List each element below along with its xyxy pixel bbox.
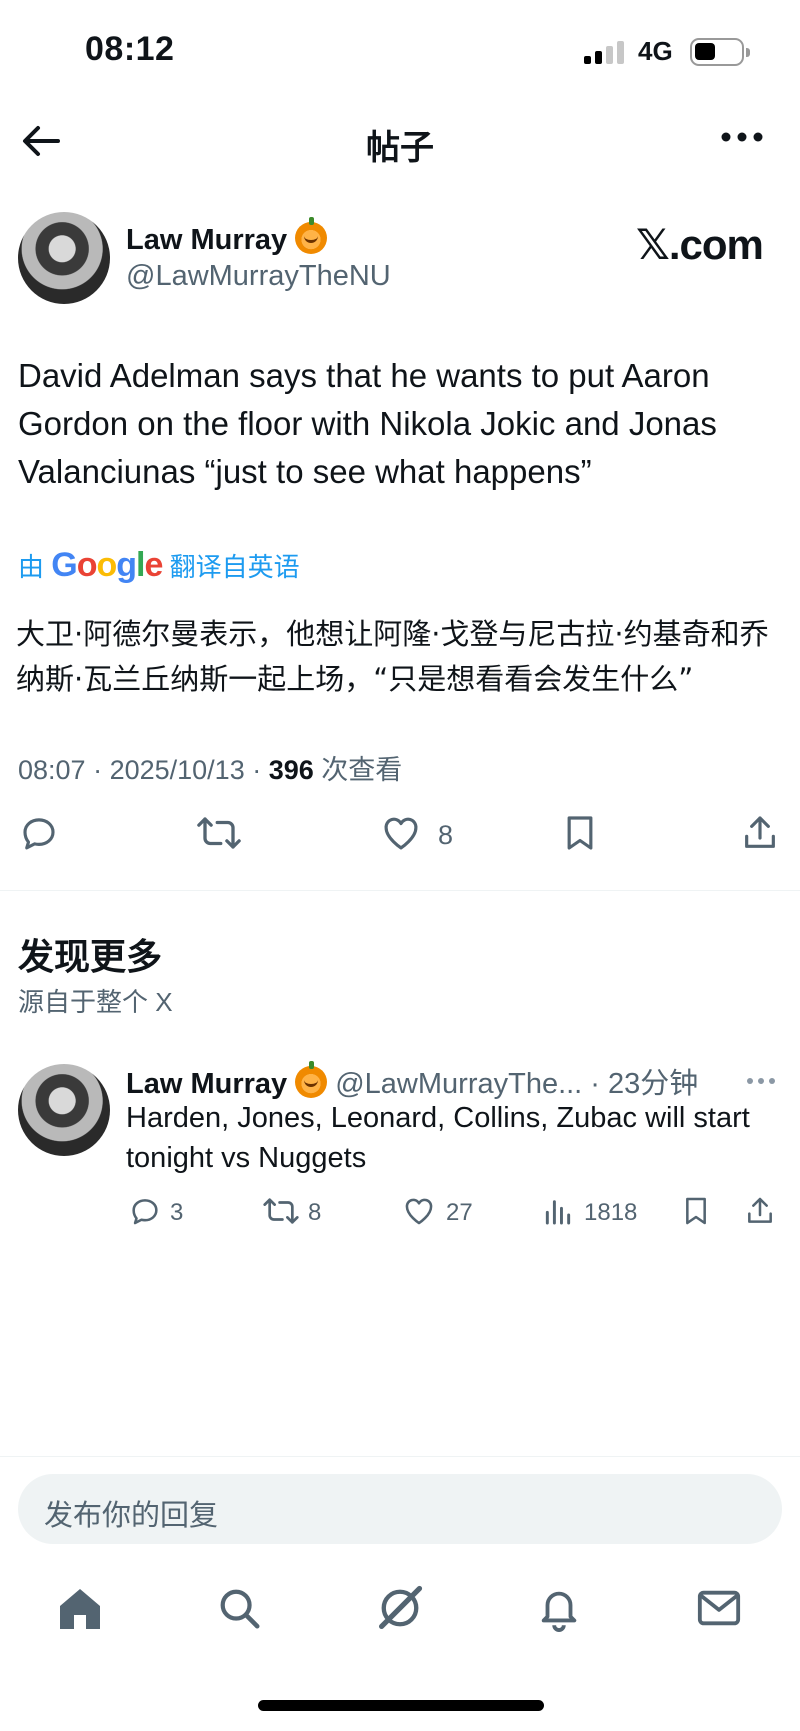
- pumpkin-emoji-icon: [295, 217, 328, 254]
- avatar[interactable]: [18, 1064, 110, 1156]
- signal-icon: [584, 40, 626, 66]
- translated-text: 大卫·阿德尔曼表示，他想让阿隆·戈登与尼古拉·约基奇和乔纳斯·瓦兰丘纳斯一起上场…: [16, 617, 769, 696]
- views-button[interactable]: [542, 1194, 574, 1228]
- like-button[interactable]: [380, 812, 422, 854]
- tab-grok[interactable]: [374, 1582, 426, 1634]
- bookmark-icon: [686, 1197, 706, 1225]
- reply-count: 3: [170, 1199, 184, 1226]
- search-icon: [220, 1589, 260, 1629]
- translation-attribution[interactable]: 由 Google 翻译自英语: [18, 546, 300, 585]
- more-icon: [747, 1078, 775, 1084]
- reply-bar-divider: [0, 1456, 800, 1457]
- like-icon: [405, 1198, 433, 1225]
- recommended-post-text[interactable]: Harden, Jones, Leonard, Collins, Zubac w…: [126, 1098, 766, 1178]
- avatar[interactable]: [18, 212, 110, 304]
- more-button[interactable]: [720, 130, 764, 144]
- source-label: 𝕏.com: [636, 221, 764, 268]
- tab-messages[interactable]: [696, 1588, 742, 1628]
- like-icon: [384, 817, 418, 850]
- tab-search[interactable]: [216, 1585, 262, 1631]
- post-meta: 08:07 · 2025/10/13 · 396 次查看: [18, 755, 403, 785]
- status-time: 08:12: [85, 30, 175, 68]
- discover-title: 发现更多: [18, 936, 163, 977]
- notifications-icon: [541, 1591, 577, 1632]
- like-count: 27: [446, 1199, 473, 1226]
- bookmark-icon: [567, 816, 593, 850]
- home-indicator: [258, 1700, 544, 1711]
- discover-subtitle: 源自于整个 X: [18, 987, 173, 1017]
- share-button[interactable]: [744, 1194, 776, 1228]
- reply-button[interactable]: [128, 1194, 162, 1228]
- repost-count: 8: [308, 1199, 322, 1226]
- repost-button[interactable]: [196, 812, 242, 854]
- author-name[interactable]: Law Murray: [126, 217, 328, 257]
- messages-icon: [697, 1590, 741, 1626]
- author-handle[interactable]: @LawMurrayTheNU: [126, 260, 391, 293]
- post-text: David Adelman says that he wants to put …: [18, 357, 717, 490]
- like-count: 8: [438, 820, 454, 850]
- battery-icon: [690, 38, 750, 66]
- section-divider: [0, 890, 800, 891]
- reply-placeholder: 发布你的回复: [44, 1500, 219, 1532]
- recommended-post-header[interactable]: Law Murray @LawMurrayThe... · 23分钟: [126, 1060, 698, 1102]
- repost-button[interactable]: [262, 1194, 300, 1228]
- repost-icon: [263, 1198, 299, 1224]
- grok-icon: [378, 1585, 423, 1630]
- reply-icon: [23, 818, 55, 850]
- pumpkin-emoji-icon: [295, 1061, 328, 1098]
- share-icon: [748, 1197, 772, 1223]
- more-icon: [721, 132, 763, 142]
- bookmark-button[interactable]: [560, 812, 600, 854]
- reply-button[interactable]: [18, 812, 60, 854]
- home-icon: [60, 1589, 100, 1629]
- tab-home[interactable]: [56, 1585, 104, 1631]
- views-count: 1818: [584, 1199, 638, 1226]
- share-button[interactable]: [740, 812, 780, 854]
- view-count: 396: [268, 755, 314, 785]
- network-type: 4G: [638, 36, 673, 66]
- google-logo: Google: [51, 546, 163, 584]
- views-icon: [545, 1200, 571, 1225]
- page-title: 帖子: [366, 129, 434, 167]
- tab-notifications[interactable]: [536, 1584, 582, 1632]
- like-button[interactable]: [402, 1194, 436, 1228]
- reply-icon: [132, 1199, 158, 1225]
- post-menu-button[interactable]: [746, 1076, 776, 1086]
- repost-icon: [197, 817, 241, 849]
- share-icon: [745, 816, 775, 848]
- bookmark-button[interactable]: [680, 1194, 712, 1228]
